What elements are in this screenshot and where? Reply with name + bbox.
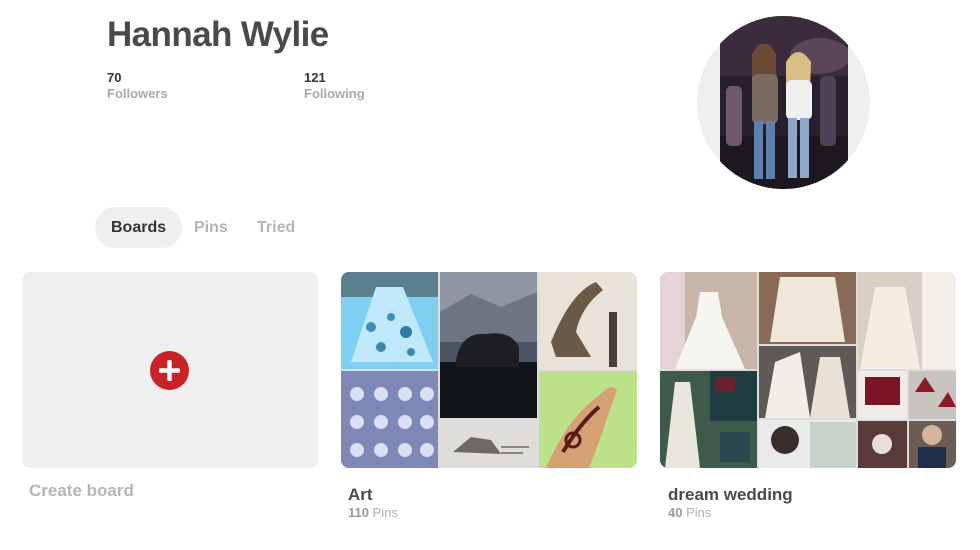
profile-name: Hannah Wylie [107,15,329,54]
pin-thumbnail [759,346,856,418]
avatar-photo [720,16,848,189]
following-stat[interactable]: 121 Following [304,70,365,102]
pin-thumbnail [858,421,956,468]
board-dream-wedding-title[interactable]: dream wedding [668,485,793,505]
profile-avatar[interactable] [697,16,870,189]
tab-boards[interactable]: Boards [95,207,183,248]
following-count: 121 [304,70,326,85]
followers-stat[interactable]: 70 Followers [107,70,168,102]
pin-thumbnail [759,272,856,344]
pin-thumbnail [539,371,637,468]
pin-thumbnail [858,272,956,369]
tab-pins[interactable]: Pins [194,207,228,248]
board-art-title[interactable]: Art [348,485,373,505]
pin-thumbnail [660,371,757,468]
board-dream-wedding-pin-count: 40 Pins [668,505,711,520]
pin-thumbnail [539,272,637,369]
pin-count-number: 110 [348,505,369,520]
create-board-button[interactable] [22,272,318,468]
board-art-pin-count: 110 Pins [348,505,398,520]
board-dream-wedding-cover[interactable] [660,272,956,468]
board-art-cover[interactable] [341,272,637,468]
pin-thumbnail [759,420,856,468]
pin-thumbnail [341,272,438,369]
followers-count: 70 [107,70,122,85]
pin-count-label: Pins [372,505,398,520]
tab-tried[interactable]: Tried [257,207,295,248]
pin-thumbnail [341,371,438,468]
pin-count-number: 40 [668,505,683,520]
following-label: Following [304,86,365,101]
create-board-label: Create board [29,481,134,500]
pin-thumbnail [440,420,537,468]
plus-circle-icon [150,351,189,390]
pin-thumbnail [660,272,757,369]
pin-count-label: Pins [686,505,712,520]
followers-label: Followers [107,86,168,101]
pin-thumbnail [440,272,537,418]
pin-thumbnail [858,371,956,419]
